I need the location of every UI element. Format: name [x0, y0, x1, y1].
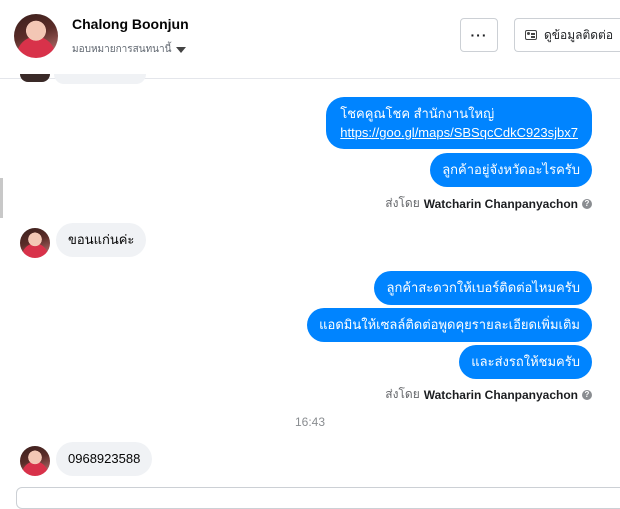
conversation-header: Chalong Boonjun มอบหมายการสนทนานี้ ··· ด…	[0, 0, 620, 79]
message-composer[interactable]	[16, 487, 620, 509]
assign-label: มอบหมายการสนทนานี้	[72, 44, 172, 55]
contact-avatar	[20, 74, 50, 82]
message-text: ลูกค้าสะดวกให้เบอร์ติดต่อไหมครับ	[386, 280, 580, 295]
agent-name: Watcharin Chanpanyachon	[423, 196, 578, 211]
sent-by-prefix: ส่งโดย	[385, 196, 420, 210]
scrollbar-track[interactable]	[0, 80, 3, 495]
scrollbar-thumb[interactable]	[0, 178, 3, 218]
message-text: โชคคูณโชค สำนักงานใหญ่	[340, 106, 495, 121]
message-bubble-outgoing[interactable]: ลูกค้าสะดวกให้เบอร์ติดต่อไหมครับ	[374, 271, 592, 305]
assign-conversation-dropdown[interactable]: มอบหมายการสนทนานี้	[72, 42, 187, 57]
message-bubble-incoming[interactable]: 0968923588	[56, 442, 153, 476]
info-icon[interactable]: ?	[582, 389, 592, 400]
contact-avatar[interactable]	[20, 446, 50, 476]
message-bubble-outgoing[interactable]: ลูกค้าอยู่จังหวัดอะไรครับ	[430, 153, 592, 187]
contact-avatar[interactable]	[14, 14, 58, 58]
sent-by-prefix: ส่งโดย	[385, 387, 420, 401]
message-timestamp: 16:43	[294, 415, 326, 429]
message-text: 0968923588	[68, 451, 141, 466]
message-text: ขอนแก่นค่ะ	[68, 232, 135, 247]
sent-by-line: ส่งโดย Watcharin Chanpanyachon ?	[385, 385, 592, 404]
sent-by-line: ส่งโดย Watcharin Chanpanyachon ?	[385, 194, 592, 213]
more-options-button[interactable]: ···	[460, 18, 498, 52]
contact-card-icon	[525, 30, 537, 40]
contact-avatar[interactable]	[20, 228, 50, 258]
message-text: ลูกค้าอยู่จังหวัดอะไรครับ	[442, 162, 580, 177]
message-bubble-outgoing[interactable]: โชคคูณโชค สำนักงานใหญ่ https://goo.gl/ma…	[326, 97, 592, 149]
caret-down-icon	[176, 47, 187, 53]
message-bubble-outgoing[interactable]: แอดมินให้เซลล์ติดต่อพูดคุยรายละเอียดเพิ่…	[307, 308, 592, 342]
message-bubble-outgoing[interactable]: และส่งรถให้ชมครับ	[459, 345, 592, 379]
agent-name: Watcharin Chanpanyachon	[423, 387, 578, 402]
message-bubble-incoming[interactable]: ขอนแก่นค่ะ	[56, 223, 147, 257]
contact-name[interactable]: Chalong Boonjun	[72, 16, 189, 32]
view-contact-label: ดูข้อมูลติดต่อ	[544, 27, 614, 42]
message-text: แอดมินให้เซลล์ติดต่อพูดคุยรายละเอียดเพิ่…	[319, 317, 580, 332]
map-link[interactable]: https://goo.gl/maps/SBSqcCdkC923sjbx7	[340, 123, 578, 142]
info-icon[interactable]: ?	[582, 198, 592, 209]
view-contact-button[interactable]: ดูข้อมูลติดต่อ	[514, 18, 620, 52]
message-bubble-incoming	[54, 74, 146, 84]
message-text: และส่งรถให้ชมครับ	[471, 354, 580, 369]
